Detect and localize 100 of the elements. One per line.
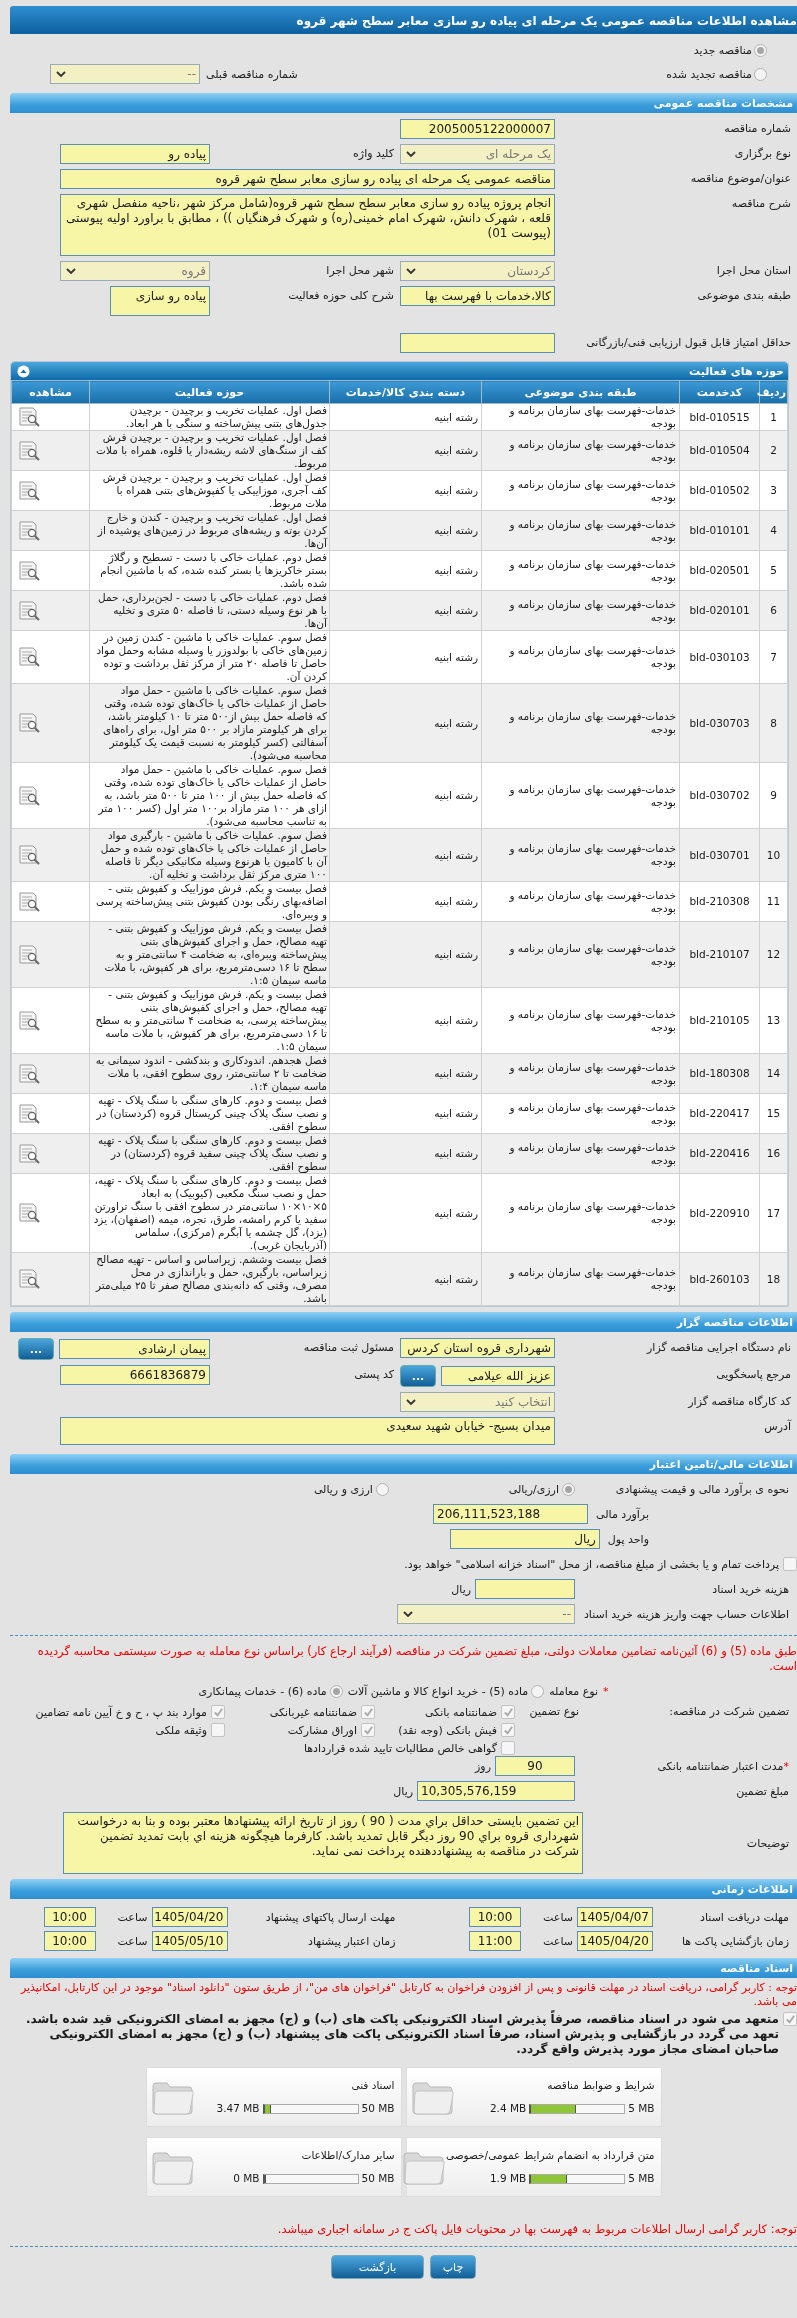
action-button[interactable]: بازگشت	[331, 2255, 424, 2279]
lookup-button[interactable]: ...	[18, 1338, 54, 1360]
view-document-icon[interactable]	[17, 844, 41, 866]
text-field[interactable]: کالا،خدمات با فهرست بها	[400, 286, 555, 306]
table-cell: 9	[759, 762, 788, 829]
date-field[interactable]: 1405/04/07	[577, 1907, 653, 1927]
field-label: نوع برگزاری	[734, 147, 791, 160]
view-document-icon[interactable]	[17, 943, 41, 966]
table-cell: 4	[759, 510, 788, 551]
time-field[interactable]: 10:00	[43, 1907, 96, 1927]
view-document-icon[interactable]	[17, 406, 41, 428]
checkbox[interactable]	[783, 1557, 797, 1571]
caret-icon	[406, 268, 416, 274]
time-field[interactable]: 10:00	[469, 1907, 521, 1927]
unit-label: ریال	[451, 1582, 471, 1596]
field-label: تضمین شرکت در مناقصه:	[668, 1705, 790, 1720]
dropdown[interactable]: یک مرحله ای	[400, 144, 555, 164]
table-cell: 6	[759, 590, 788, 631]
field-label: شرح کلی حوزه فعالیت	[288, 289, 394, 302]
view-document-icon[interactable]	[17, 646, 41, 668]
view-document-icon[interactable]	[17, 1102, 41, 1125]
checkbox[interactable]	[501, 1705, 515, 1719]
text-field[interactable]: 90	[495, 1756, 575, 1776]
dropdown[interactable]: قروه	[60, 261, 210, 281]
field-label: توضیحات	[745, 1836, 790, 1850]
table-cell: خدمات-فهرست بهای سازمان برنامه و بودجه	[481, 470, 680, 511]
radio-label: ماده (5) - خرید انواع کالا و ماشین آلات	[347, 1684, 529, 1698]
view-document-icon[interactable]	[17, 479, 41, 502]
notice-text: توجه: کاربر گرامی ارسال اطلاعات مربوط به فهرست بها در محتویات فایل پاکت ج در سامانه اجباری میباشد.	[276, 2223, 797, 2236]
text-field[interactable]: ریال	[449, 1529, 600, 1549]
table-cell: فصل دوم. عملیات خاکی با دست - لجن‌برداری، حمل با هر نوع وسیله دستی، تا فاصله ۵۰ متری و تخلیه آن‌ها.	[89, 590, 330, 631]
dropdown[interactable]: کردستان	[400, 261, 555, 281]
checkbox[interactable]	[783, 2012, 797, 2026]
date-field[interactable]: 1405/04/20	[577, 1931, 653, 1951]
date-field[interactable]: 1405/04/20	[151, 1907, 228, 1927]
checkbox[interactable]	[211, 1705, 225, 1719]
view-document-icon[interactable]	[17, 439, 41, 462]
table-cell: خدمات-فهرست بهای سازمان برنامه و بودجه	[481, 828, 680, 882]
text-field[interactable]: 2005005122000007	[400, 119, 555, 139]
radio-button[interactable]	[375, 1482, 389, 1496]
view-document-icon[interactable]	[17, 519, 41, 542]
notice-text: توجه : کاربر گرامی، دریافت اسناد در مهلت قانونی و پس از افزودن فراخوان به کارتابل "فراخوان های من"، از طریق ستون "دانلود اسناد" موجود در این کارتابل، امکانپذیر می باشد.	[19, 1981, 797, 2009]
table-cell: 13	[759, 987, 788, 1054]
table-cell: خدمات-فهرست بهای سازمان برنامه و بودجه	[481, 403, 680, 431]
checkbox[interactable]	[501, 1741, 515, 1755]
table-cell: 15	[759, 1093, 788, 1134]
radio-button[interactable]	[562, 1482, 575, 1496]
text-area[interactable]: انجام پروژه پیاده رو سازی معابر سطح سطح شهر قروه(شامل مرکز شهر ،ناحیه منفصل شهری قلعه ، شهرک دانش، شهرک امام خمینی(ره) و شهرک فرهنگیان )) ، مطابق با براورد اولیه پیوستی (پیوست 01)	[60, 194, 555, 256]
text-field[interactable]: مناقصه عمومی یک مرحله ای پیاده رو سازی معابر سطح شهر قروه	[60, 169, 555, 189]
text-field[interactable]: عزیز الله عیلامی	[441, 1366, 555, 1386]
text-field[interactable]: 6661836879	[60, 1365, 210, 1385]
text-area[interactable]: میدان بسیج- خیابان شهید سعیدی	[60, 1417, 555, 1445]
view-document-icon[interactable]	[17, 1268, 41, 1290]
date-field[interactable]: 1405/05/10	[151, 1931, 228, 1951]
dropdown[interactable]: --	[397, 1604, 575, 1624]
lookup-button[interactable]: ...	[400, 1365, 436, 1387]
table-cell: خدمات-فهرست بهای سازمان برنامه و بودجه	[481, 1252, 680, 1306]
text-field[interactable]: شهرداری قروه استان کردس	[400, 1338, 555, 1358]
checkbox[interactable]	[361, 1723, 375, 1737]
time-field[interactable]: 11:00	[469, 1931, 521, 1951]
time-field[interactable]: 10:00	[43, 1931, 96, 1951]
action-button[interactable]: چاپ	[430, 2255, 476, 2279]
radio-button[interactable]	[329, 1684, 343, 1698]
view-document-icon[interactable]	[17, 599, 41, 622]
view-document-icon[interactable]	[17, 784, 41, 807]
text-field[interactable]	[400, 333, 555, 353]
dropdown[interactable]: انتخاب کنید	[400, 1392, 555, 1412]
view-document-icon[interactable]	[17, 1202, 41, 1224]
table-cell: فصل اول. عملیات تخریب و برچیدن - برچیدن فرش کف از سنگ‌های لاشه ریشه‌دار یا قلوه، همراه با ملات مربوط.	[89, 430, 330, 471]
field-label: شماره مناقصه قبلی	[206, 67, 298, 81]
text-field[interactable]: 206,111,523,188	[433, 1504, 588, 1524]
view-document-icon[interactable]	[17, 1062, 41, 1085]
checkbox[interactable]	[211, 1723, 225, 1737]
column-header: دسته بندی کالا/خدمات	[329, 380, 482, 404]
notice-text: طبق ماده (5) و (6) آئین‌نامه تضامین معاملات دولتی، مبلغ تضمین شرکت در مناقصه (فرآیند ارجاع کار) براساس نوع معامله به صورت سیستمی محاسبه گردیده است.	[36, 1644, 797, 1674]
checkbox-label: ضمانتنامه بانکی	[424, 1705, 497, 1719]
size-used: 0 MB	[233, 2172, 260, 2185]
view-document-icon[interactable]	[17, 712, 41, 734]
radio-button[interactable]	[531, 1684, 545, 1698]
text-field[interactable]: 10,305,576,159	[417, 1781, 575, 1801]
checkbox[interactable]	[361, 1705, 375, 1719]
radio-button[interactable]	[754, 43, 767, 57]
radio-label: مناقصه تجدید شده	[666, 67, 752, 81]
text-field[interactable]: پیمان ارشادی	[59, 1339, 210, 1359]
checkbox[interactable]	[501, 1723, 515, 1737]
text-field[interactable]	[475, 1579, 575, 1599]
radio-button[interactable]	[754, 67, 767, 81]
text-area[interactable]: این تضمین بایستی حداقل براي مدت ( 90 ) روز از تاریخ ارائه پیشنهادها معتبر بوده و بنا به درخواست شهرداری قروه براي 90 روز دیگر قابل تمدید باشد. کارفرما هیچگونه هزینه اي بابت تمدید تضمین شرکت در مناقصه به پیشنهاددهنده پرداخت نمی نماید.	[63, 1812, 583, 1874]
field-label: زمان بازگشایی پاکت ها	[680, 1934, 790, 1948]
view-document-icon[interactable]	[17, 890, 41, 913]
table-cell: رشته ابنیه	[329, 430, 482, 471]
dropdown[interactable]: --	[50, 64, 200, 84]
text-area[interactable]: پیاده رو سازی	[110, 286, 210, 316]
view-document-icon[interactable]	[17, 559, 41, 582]
collapse-icon[interactable]	[17, 364, 30, 378]
field-label: عنوان/موضوع مناقصه	[690, 172, 791, 185]
table-cell: خدمات-فهرست بهای سازمان برنامه و بودجه	[481, 430, 680, 471]
text-field[interactable]: پیاده رو	[60, 144, 210, 164]
view-document-icon[interactable]	[17, 1142, 41, 1165]
view-document-icon[interactable]	[17, 1009, 41, 1032]
